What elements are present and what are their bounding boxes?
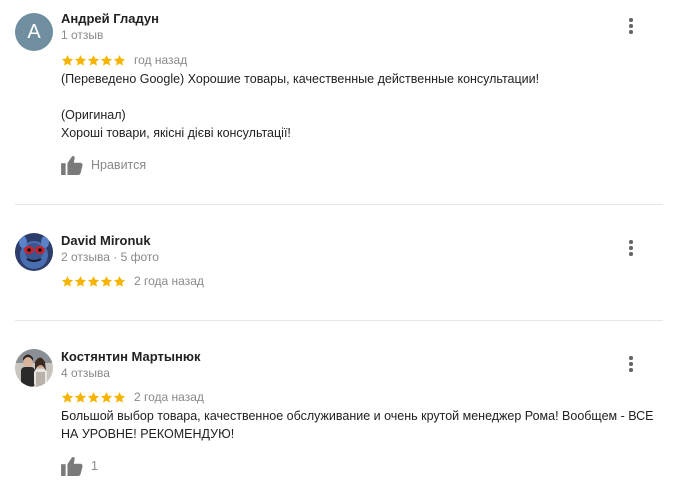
star-rating	[61, 275, 126, 288]
reviewer-meta[interactable]: 4 отзыва	[61, 366, 110, 380]
like-button[interactable]: Нравится	[61, 154, 146, 176]
star-icon	[61, 275, 74, 287]
star-rating	[61, 54, 126, 67]
star-icon	[100, 54, 113, 66]
avatar[interactable]: А	[15, 13, 53, 51]
menu-dot	[629, 30, 633, 34]
star-icon	[74, 275, 87, 287]
star-icon	[113, 54, 126, 66]
avatar-letter: А	[27, 21, 41, 43]
star-icon	[74, 391, 87, 403]
like-count: 1	[91, 459, 98, 473]
like-label: Нравится	[91, 158, 147, 172]
star-icon	[87, 275, 100, 287]
reviewer-meta[interactable]: 1 отзыв	[61, 28, 103, 42]
more-options-button[interactable]	[622, 354, 640, 374]
menu-dot	[629, 18, 633, 22]
more-options-button[interactable]	[622, 16, 640, 36]
avatar-photo	[15, 233, 53, 271]
review-date: 2 года назад	[134, 274, 204, 288]
avatar-photo	[15, 349, 53, 387]
menu-dot	[629, 252, 633, 256]
star-rating	[61, 391, 126, 404]
rating-row: год назад	[61, 52, 187, 68]
star-icon	[100, 391, 113, 403]
author-name[interactable]: Андрей Гладун	[61, 11, 159, 26]
rating-row: 2 года назад	[61, 389, 204, 405]
divider	[15, 204, 663, 205]
star-icon	[74, 54, 87, 66]
star-icon	[113, 275, 126, 287]
rating-row: 2 года назад	[61, 273, 204, 289]
menu-dot	[629, 246, 633, 250]
menu-dot	[629, 24, 633, 28]
star-icon	[100, 275, 113, 287]
thumbs-up-icon	[61, 456, 83, 476]
reviewer-meta[interactable]: 2 отзыва · 5 фото	[61, 250, 159, 264]
review-date: 2 года назад	[134, 390, 204, 404]
review-text: (Переведено Google) Хорошие товары, каче…	[61, 70, 661, 142]
star-icon	[87, 54, 100, 66]
original-label: (Оригинал)	[61, 108, 126, 122]
star-icon	[61, 54, 74, 66]
review-text-original: Хороші товари, якісні дієві консультації…	[61, 126, 291, 140]
avatar[interactable]	[15, 349, 53, 387]
review-date: год назад	[134, 53, 188, 67]
menu-dot	[629, 356, 633, 360]
star-icon	[87, 391, 100, 403]
menu-dot	[629, 362, 633, 366]
divider	[15, 320, 663, 321]
review-text: Большой выбор товара, качественное обслу…	[61, 407, 661, 443]
like-button[interactable]: 1	[61, 455, 98, 477]
more-options-button[interactable]	[622, 238, 640, 258]
review-text-body: Большой выбор товара, качественное обслу…	[61, 409, 654, 441]
star-icon	[61, 391, 74, 403]
review-text-translated: (Переведено Google) Хорошие товары, каче…	[61, 72, 540, 86]
menu-dot	[629, 368, 633, 372]
author-name[interactable]: Костянтин Мартынюк	[61, 349, 200, 364]
thumbs-up-icon	[61, 155, 83, 175]
star-icon	[113, 391, 126, 403]
avatar[interactable]	[15, 233, 53, 271]
menu-dot	[629, 240, 633, 244]
author-name[interactable]: David Mironuk	[61, 233, 151, 248]
